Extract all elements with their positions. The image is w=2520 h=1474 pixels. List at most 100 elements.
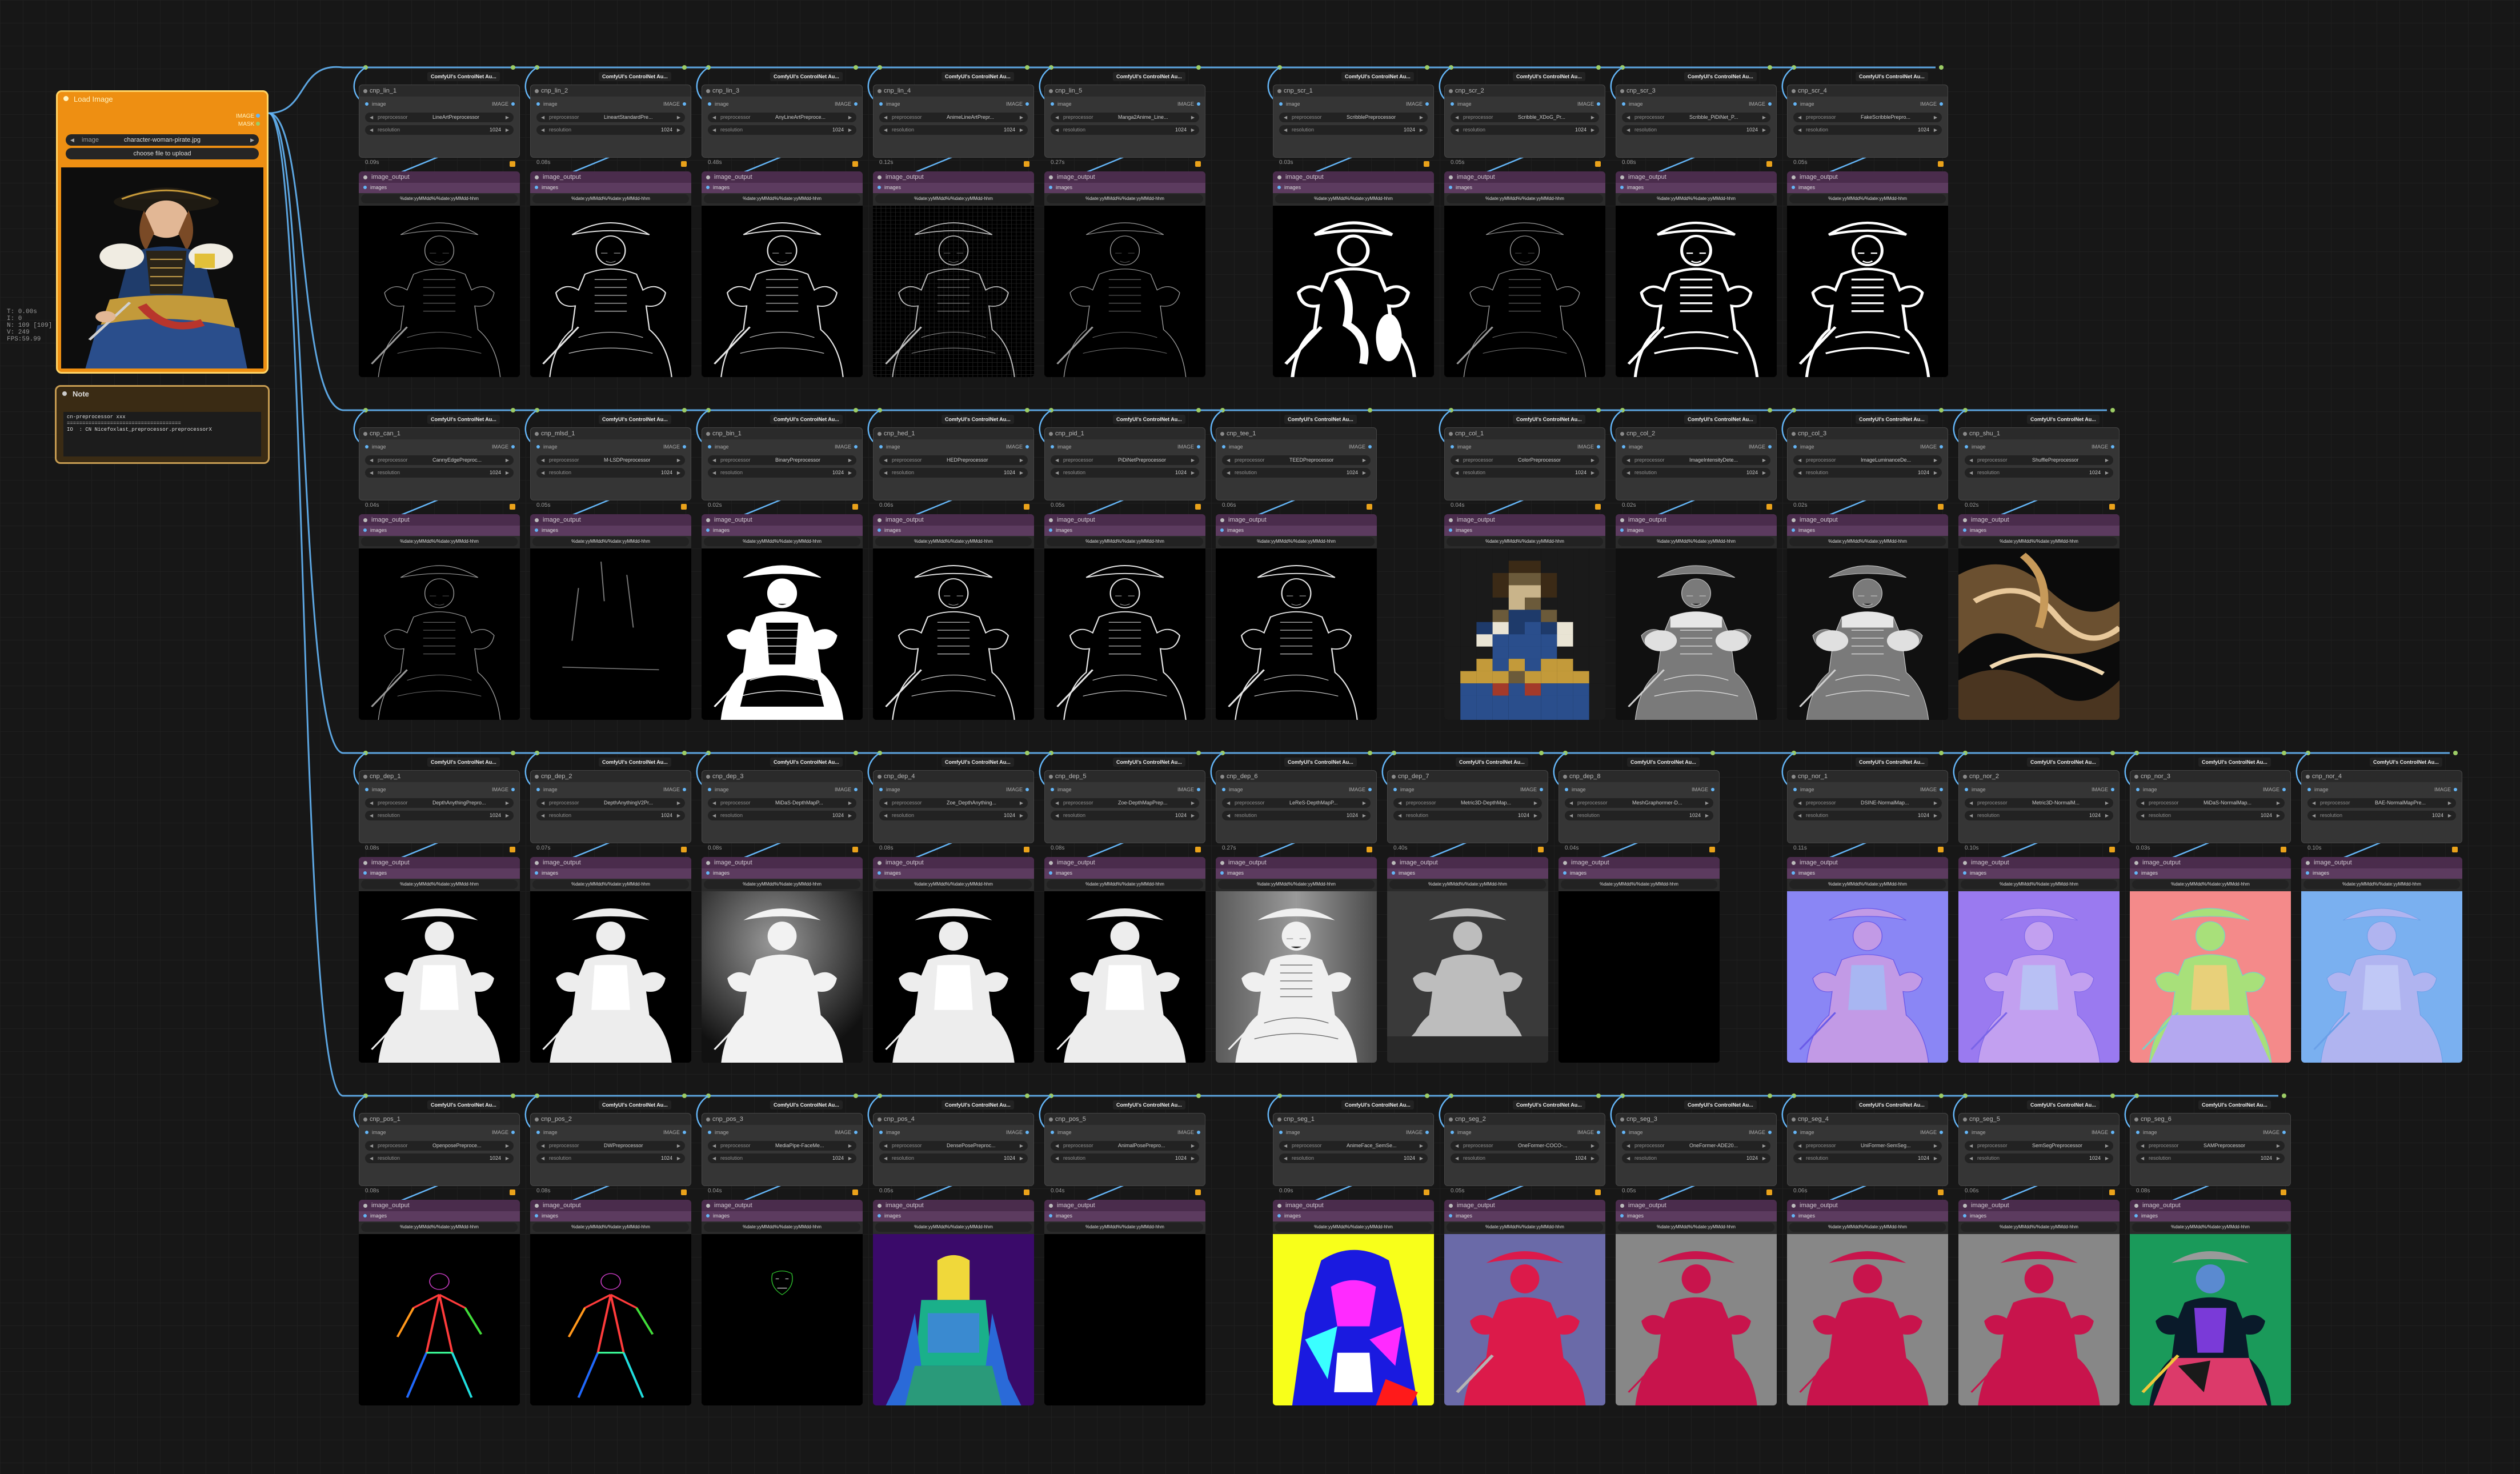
input-dot-icon[interactable] [363,871,367,875]
collapse-dot-icon[interactable] [706,1204,710,1208]
left-arrow-icon[interactable]: ◀ [1798,1153,1801,1163]
input-dot-icon[interactable] [2134,1214,2138,1217]
preprocessor-node[interactable]: cnp_shu_1 image IMAGE ◀ preprocessor ShuffleP… [1958,427,2120,508]
left-arrow-icon[interactable]: ◀ [1798,468,1801,478]
output-dot-icon[interactable] [511,102,515,106]
right-arrow-icon[interactable]: ▶ [848,798,852,808]
left-arrow-icon[interactable]: ◀ [1626,125,1630,135]
input-dot-icon[interactable] [1449,186,1452,189]
input-dot-icon[interactable] [1277,186,1281,189]
input-dot-icon[interactable] [878,528,881,532]
images-input-slot[interactable]: images [1216,868,1377,879]
left-arrow-icon[interactable]: ◀ [712,455,716,465]
input-dot-icon[interactable] [879,788,883,791]
input-dot-icon[interactable] [708,445,711,448]
output-image-slot[interactable]: IMAGE [835,1129,858,1135]
images-input-slot[interactable]: images [1787,526,1948,536]
right-arrow-icon[interactable]: ▶ [2277,1141,2280,1151]
left-arrow-icon[interactable]: ◀ [2141,1141,2144,1151]
collapse-dot-icon[interactable] [1792,89,1796,93]
right-arrow-icon[interactable]: ▶ [1191,113,1195,122]
preview-image-node[interactable]: image_output images %date:yyMMdd%/%date:yy… [1444,514,1605,720]
input-dot-icon[interactable] [1222,445,1225,448]
next-arrow-icon[interactable]: ▶ [250,134,254,146]
input-dot-icon[interactable] [1622,102,1625,106]
output-image-slot[interactable]: IMAGE [1406,1129,1429,1135]
preprocessor-node[interactable]: cnp_nor_3 image IMAGE ◀ preprocessor MiDaS-No… [2130,770,2291,851]
input-image-slot[interactable]: image [1565,787,1586,792]
output-dot-icon[interactable] [683,788,686,791]
input-dot-icon[interactable] [2306,871,2309,875]
output-image-slot[interactable]: IMAGE [492,101,515,107]
images-input-slot[interactable]: images [1044,183,1205,193]
input-dot-icon[interactable] [1620,1214,1624,1217]
collapse-dot-icon[interactable] [363,175,367,179]
preprocessor-select[interactable]: ◀ preprocessor DensePosePreproc... ▶ [879,1141,1028,1151]
collapse-dot-icon[interactable] [535,518,539,522]
input-image-slot[interactable]: image [1793,101,1814,107]
right-arrow-icon[interactable]: ▶ [506,811,509,820]
input-dot-icon[interactable] [363,186,367,189]
output-image-slot[interactable]: IMAGE [492,1129,515,1135]
images-input-slot[interactable]: images [873,183,1034,193]
right-arrow-icon[interactable]: ▶ [1934,798,1937,808]
upload-button[interactable]: choose file to upload [66,148,259,159]
input-dot-icon[interactable] [1220,871,1224,875]
right-arrow-icon[interactable]: ▶ [848,468,852,478]
input-image-slot[interactable]: image [708,1129,729,1135]
preprocessor-select[interactable]: ◀ preprocessor OneFormer-COCO-... ▶ [1451,1141,1599,1151]
input-dot-icon[interactable] [1393,788,1397,791]
filename-prefix-field[interactable]: %date:yyMMdd%/%date:yyMMdd-hhm [1047,880,1203,889]
input-image-slot[interactable]: image [1279,101,1300,107]
output-image-slot[interactable]: IMAGE [1006,1129,1029,1135]
filename-prefix-field[interactable]: %date:yyMMdd%/%date:yyMMdd-hhm [532,1223,689,1232]
preprocessor-node[interactable]: cnp_pos_4 image IMAGE ◀ preprocessor DensePos… [873,1113,1034,1194]
input-dot-icon[interactable] [1392,871,1395,875]
left-arrow-icon[interactable]: ◀ [1055,125,1059,135]
output-image-slot[interactable]: IMAGE [2092,444,2114,450]
filename-prefix-field[interactable]: %date:yyMMdd%/%date:yyMMdd-hhm [1389,880,1546,889]
input-dot-icon[interactable] [1965,788,1968,791]
left-arrow-icon[interactable]: ◀ [2141,1153,2144,1163]
left-arrow-icon[interactable]: ◀ [1227,455,1230,465]
output-dot-icon[interactable] [2111,445,2114,448]
input-image-slot[interactable]: image [536,444,558,450]
left-arrow-icon[interactable]: ◀ [1284,113,1287,122]
output-dot-icon[interactable] [683,102,686,106]
input-dot-icon[interactable] [706,871,710,875]
preprocessor-select[interactable]: ◀ preprocessor SemSegPreprocessor ▶ [1965,1141,2113,1151]
filename-prefix-field[interactable]: %date:yyMMdd%/%date:yyMMdd-hhm [532,537,689,546]
collapse-dot-icon[interactable] [535,89,539,93]
left-arrow-icon[interactable]: ◀ [541,125,544,135]
input-image-slot[interactable]: image [1793,787,1814,792]
output-dot-icon[interactable] [511,445,515,448]
right-arrow-icon[interactable]: ▶ [1191,1153,1195,1163]
input-dot-icon[interactable] [1277,1214,1281,1217]
right-arrow-icon[interactable]: ▶ [677,798,680,808]
resolution-stepper[interactable]: ◀ resolution 1024 ▶ [2307,811,2456,820]
preprocessor-select[interactable]: ◀ preprocessor HEDPreprocessor ▶ [879,455,1028,465]
left-arrow-icon[interactable]: ◀ [712,811,716,820]
input-dot-icon[interactable] [706,1214,710,1217]
preprocessor-node[interactable]: cnp_hed_1 image IMAGE ◀ preprocessor HEDPrepr… [873,427,1034,508]
left-arrow-icon[interactable]: ◀ [1055,811,1059,820]
preprocessor-select[interactable]: ◀ preprocessor OpenposePreproce... ▶ [365,1141,514,1151]
input-dot-icon[interactable] [1220,528,1224,532]
output-image-slot[interactable]: IMAGE [835,444,858,450]
right-arrow-icon[interactable]: ▶ [677,1153,680,1163]
left-arrow-icon[interactable]: ◀ [884,125,887,135]
left-arrow-icon[interactable]: ◀ [1455,125,1459,135]
resolution-stepper[interactable]: ◀ resolution 1024 ▶ [536,468,685,478]
output-image-slot[interactable]: IMAGE [1349,787,1372,792]
input-dot-icon[interactable] [1793,1131,1797,1134]
preprocessor-node[interactable]: cnp_dep_1 image IMAGE ◀ preprocessor DepthAny… [359,770,520,851]
resolution-stepper[interactable]: ◀ resolution 1024 ▶ [1051,125,1199,135]
input-image-slot[interactable]: image [879,787,900,792]
input-dot-icon[interactable] [1965,445,1968,448]
filename-prefix-field[interactable]: %date:yyMMdd%/%date:yyMMdd-hhm [1218,537,1375,546]
output-dot-icon[interactable] [1540,788,1543,791]
collapse-dot-icon[interactable] [878,1204,882,1208]
output-image-slot[interactable]: IMAGE [1006,444,1029,450]
output-image-slot[interactable]: IMAGE [835,787,858,792]
right-arrow-icon[interactable]: ▶ [506,1141,509,1151]
